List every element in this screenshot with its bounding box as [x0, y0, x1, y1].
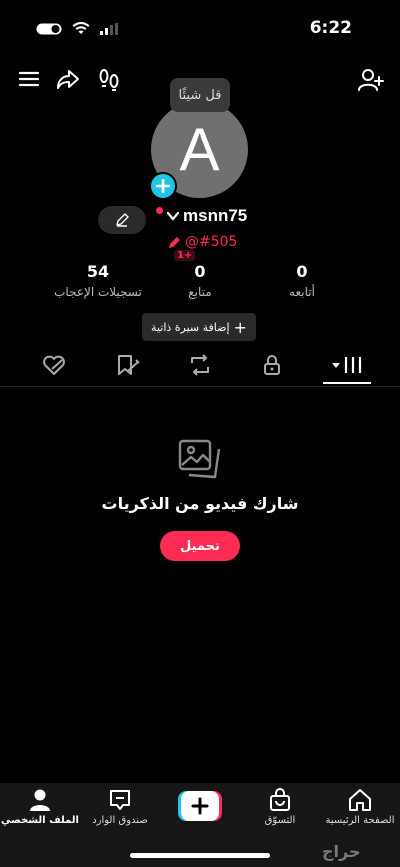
inbox-icon [110, 790, 130, 810]
nav-label: التسوّق [264, 815, 296, 826]
plus-icon: + [233, 317, 247, 337]
nav-home[interactable]: الصفحة الرئيسية [320, 788, 400, 826]
upload-button[interactable]: تحميل [160, 531, 240, 561]
status-time: 6:22 [309, 18, 352, 38]
liked-icon [43, 355, 65, 375]
signal-icon [100, 22, 118, 35]
tab-videos[interactable] [330, 354, 364, 376]
nav-shop[interactable]: التسوّق [240, 788, 320, 826]
wifi-icon [72, 22, 90, 34]
pencil-icon [116, 213, 129, 227]
plus-icon [156, 179, 170, 193]
watermark: حراج [322, 842, 361, 861]
handle-row[interactable]: @#505 [168, 234, 237, 250]
bubble-text: قل شيئًا [178, 87, 222, 103]
menu-icon[interactable] [18, 68, 40, 90]
stat-value: 0 [194, 262, 206, 281]
say-something-bubble[interactable]: قل شيئًا [170, 78, 230, 112]
share-icon[interactable] [56, 68, 80, 90]
bio-label: إضافة سيرة ذاتية [151, 320, 230, 334]
nav-label: الصفحة الرئيسية [325, 815, 395, 826]
stat-label: أتابعه [289, 285, 315, 299]
add-avatar-button[interactable] [149, 172, 177, 200]
grid-icon [332, 357, 362, 373]
chevron-down-icon [167, 211, 179, 221]
edit-profile-button[interactable] [98, 206, 146, 234]
toggle-icon [36, 23, 62, 34]
stat-likes[interactable]: 54 تسجيلات الإعجاب [43, 262, 153, 299]
avatar-letter: A [179, 116, 220, 183]
tab-private[interactable] [262, 354, 282, 376]
lock-icon [264, 355, 280, 375]
tab-reposts[interactable] [188, 354, 212, 376]
stat-label: تسجيلات الإعجاب [54, 285, 142, 299]
nav-label: الملف الشخصي [1, 815, 79, 826]
stat-followers[interactable]: 0 متابع [145, 262, 255, 299]
active-tab-indicator [323, 382, 371, 384]
add-friend-icon[interactable] [358, 68, 384, 92]
add-bio-button[interactable]: إضافة سيرة ذاتية + [142, 313, 256, 341]
tab-favorites[interactable] [116, 354, 140, 376]
stat-value: 54 [86, 262, 110, 281]
pencil-icon [169, 236, 180, 248]
photos-icon [177, 437, 223, 479]
status-icons [36, 22, 118, 35]
notification-dot [156, 206, 163, 214]
username: msnn75 [183, 206, 248, 225]
nav-inbox[interactable]: صندوق الوارد [80, 788, 160, 826]
home-indicator[interactable] [130, 853, 270, 858]
username-switcher[interactable]: msnn75 [156, 206, 247, 226]
stat-label: متابع [188, 285, 212, 299]
tab-liked[interactable] [42, 354, 66, 376]
create-button[interactable] [178, 791, 222, 821]
nav-label: صندوق الوارد [92, 815, 148, 826]
empty-state-title: شارك فيديو من الذكريات [101, 494, 299, 513]
handle: @#505 [185, 234, 238, 250]
home-icon [349, 789, 371, 811]
profile-icon [30, 789, 50, 811]
stat-following[interactable]: 0 أتابعه [247, 262, 357, 299]
status-bar: 6:22 [0, 0, 400, 56]
shop-icon [270, 788, 290, 811]
nav-profile[interactable]: الملف الشخصي [0, 788, 80, 826]
create-icon [178, 791, 222, 821]
level-badge: 1+ [174, 250, 196, 261]
footprints-icon[interactable] [98, 68, 120, 92]
stat-value: 0 [296, 262, 308, 281]
favorites-icon [118, 355, 140, 375]
repost-icon [191, 354, 209, 376]
